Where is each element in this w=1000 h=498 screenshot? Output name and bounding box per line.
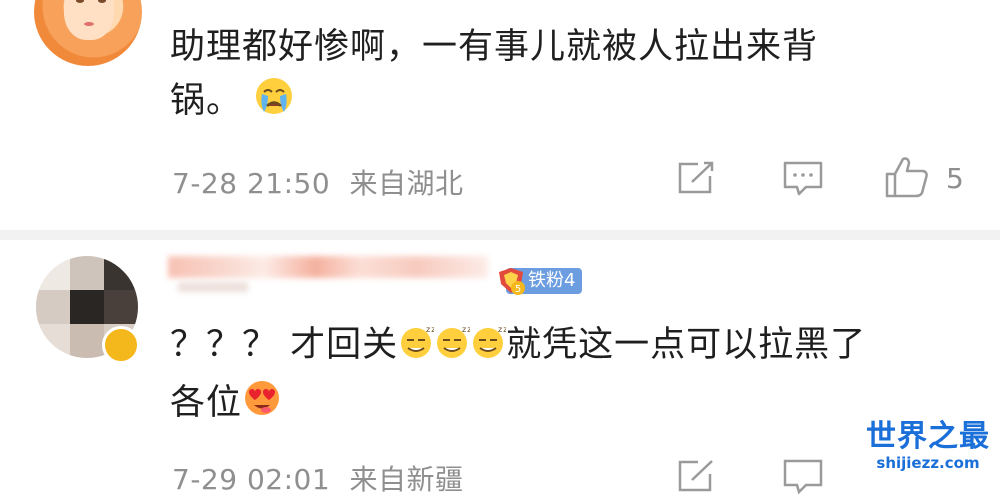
- sleepy-grin-emoji: zz: [434, 322, 472, 376]
- repost-icon: [678, 460, 713, 492]
- avatar-pixel: [70, 256, 104, 290]
- comment-line-text: ？？？ 才回关: [170, 325, 399, 365]
- crying-face-emoji: [254, 76, 294, 132]
- divider: [0, 230, 1000, 240]
- svg-text:5: 5: [515, 284, 521, 295]
- avatar-pixel: [104, 290, 138, 324]
- avatar-face: [64, 0, 114, 40]
- verified-badge-icon: [102, 326, 140, 364]
- comment-text: ？？？ 才回关zzzzzz就凭这一点可以拉黑了 各位: [170, 318, 866, 434]
- comment-line-text: 各位: [170, 383, 243, 423]
- avatar-pixel: [70, 324, 104, 358]
- comment-text: 助理都好惨啊，一有事儿就被人拉出来背 锅。: [170, 20, 818, 132]
- avatar-pixel: [70, 290, 104, 324]
- repost-button[interactable]: [676, 458, 716, 494]
- comment-location: 来自湖北: [349, 167, 464, 200]
- comment-meta: 7-29 02:01 来自新疆: [172, 458, 464, 498]
- sleepy-grin-emoji: zz: [470, 322, 508, 376]
- comment-time: 7-28 21:50: [172, 167, 331, 200]
- comment-button[interactable]: [782, 458, 824, 496]
- avatar-pixel: [36, 256, 70, 290]
- like-button[interactable]: [884, 155, 930, 199]
- repost-button[interactable]: [676, 160, 716, 196]
- like-count: 5: [946, 162, 964, 195]
- comment-location: 来自新疆: [349, 463, 464, 496]
- username-blurred-extra: [178, 282, 248, 292]
- avatar-mouth: [84, 22, 94, 26]
- comment-meta: 7-28 21:50 来自湖北: [172, 162, 464, 202]
- sleepy-grin-emoji: zz: [398, 322, 436, 376]
- heart-eyes-emoji: [242, 378, 282, 434]
- svg-text:zz: zz: [498, 325, 506, 334]
- username-blurred[interactable]: [168, 256, 488, 278]
- comment-line: 助理都好惨啊，一有事儿就被人拉出来背: [170, 27, 819, 67]
- svg-text:zz: zz: [426, 325, 434, 334]
- comment-line-text: 就凭这一点可以拉黑了: [506, 325, 867, 365]
- fan-badge-icon: 5: [496, 266, 526, 296]
- comment-icon: [783, 161, 823, 196]
- avatar[interactable]: [34, 0, 142, 66]
- thumbs-up-icon: [885, 157, 928, 198]
- fan-badge[interactable]: 5 铁粉4: [496, 266, 583, 296]
- avatar-pixel: [36, 290, 70, 324]
- avatar-pixel: [36, 324, 70, 358]
- comment-line: ？？？ 才回关zzzzzz就凭这一点可以拉黑了: [170, 318, 866, 376]
- comment-line: 锅。: [170, 74, 818, 132]
- watermark-url: shijiezz.com: [876, 454, 980, 472]
- avatar-pixel: [104, 256, 138, 290]
- comment-line: 各位: [170, 376, 866, 434]
- comment-button[interactable]: [782, 160, 824, 198]
- comment-icon: [783, 459, 823, 495]
- repost-icon: [678, 161, 714, 194]
- watermark-title: 世界之最: [866, 419, 990, 454]
- comment-time: 7-29 02:01: [172, 463, 331, 496]
- comment-line-text: 锅。: [170, 81, 243, 121]
- site-watermark: 世界之最 shijiezz.com: [866, 419, 990, 473]
- svg-text:zz: zz: [462, 325, 470, 334]
